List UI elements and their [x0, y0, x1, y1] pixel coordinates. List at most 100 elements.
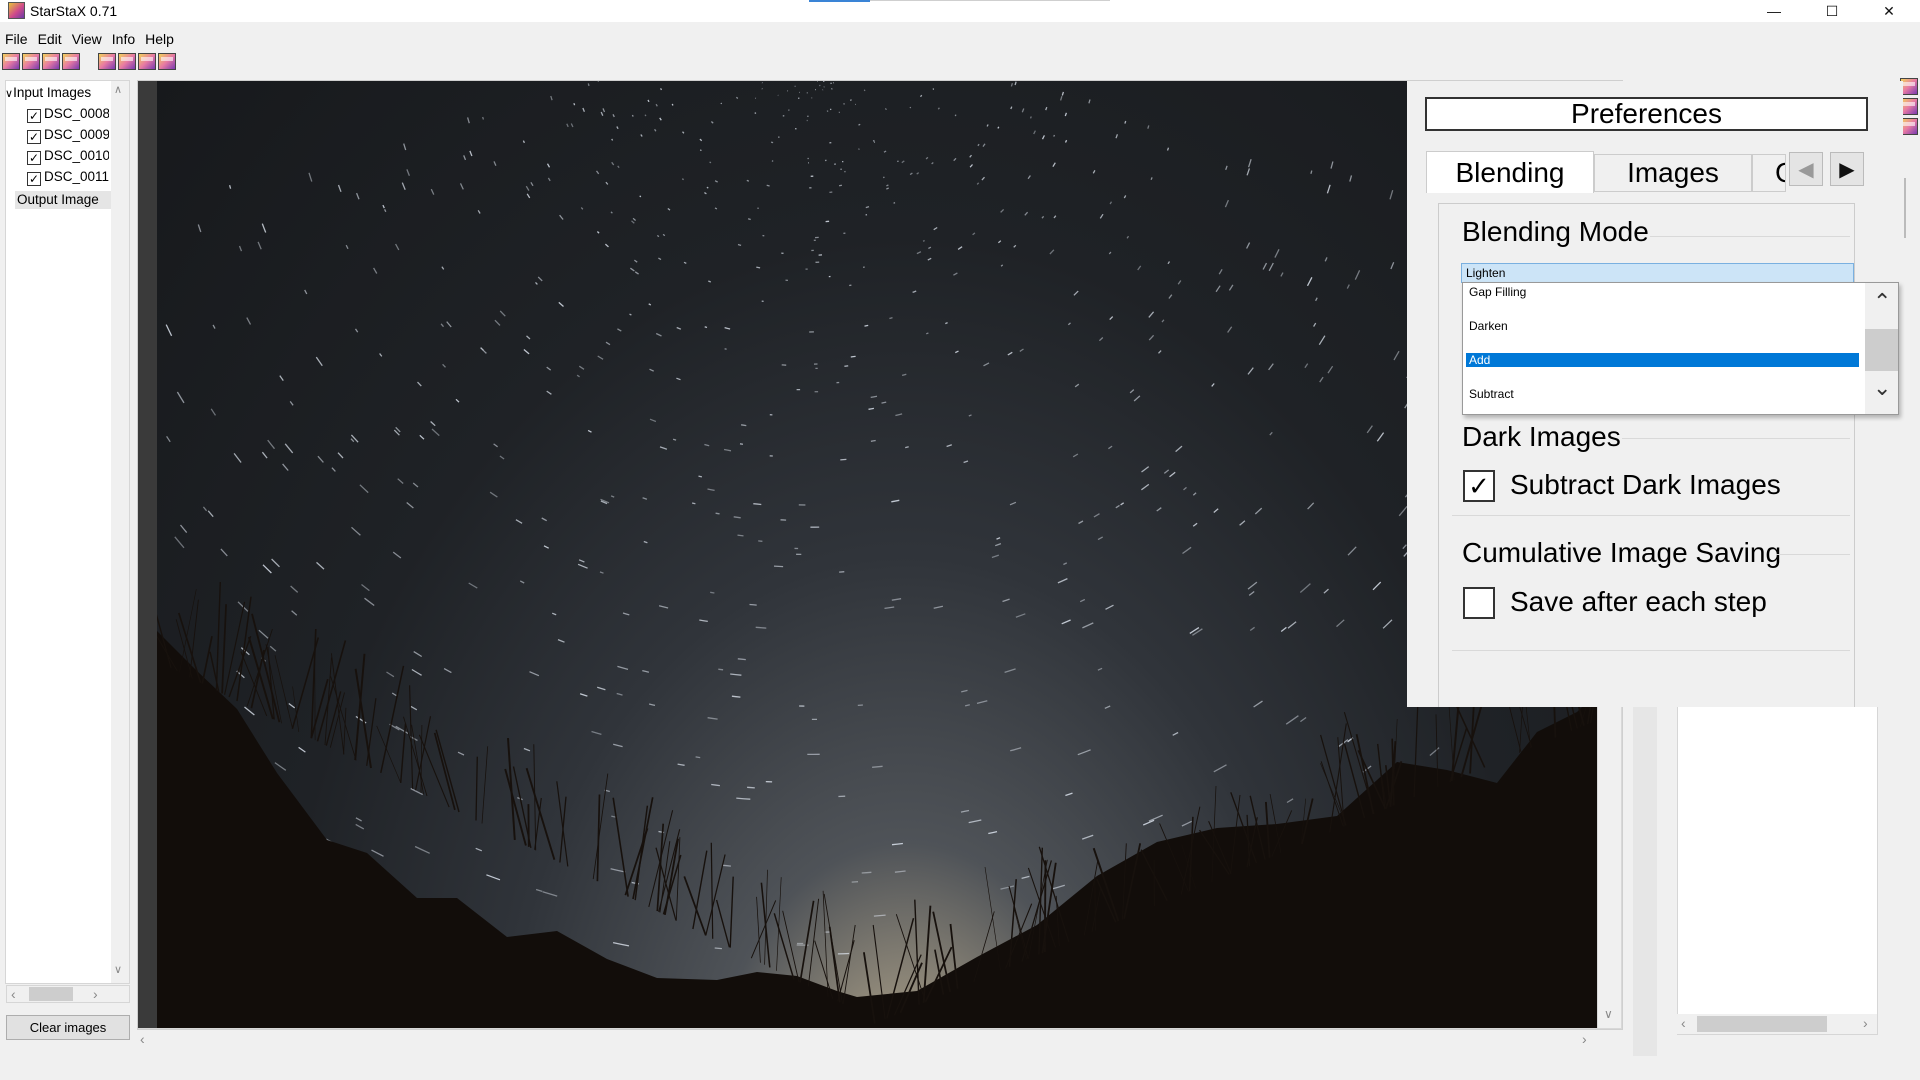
star-trail-drawing — [157, 81, 1597, 1028]
tree-branch — [914, 899, 920, 1005]
save-as-icon[interactable] — [62, 53, 80, 70]
chevron-down-icon[interactable]: ∨ — [5, 88, 13, 100]
scroll-left-icon[interactable]: ‹ — [1681, 1015, 1686, 1031]
blending-mode-options-list[interactable]: Gap Filling Darken Add Subtract ⌃ ⌄ — [1462, 282, 1899, 415]
tree-horizontal-scrollbar[interactable]: ‹ › — [6, 985, 130, 1003]
tree-branch — [399, 723, 407, 783]
star-trail — [233, 88, 1513, 885]
tree-branch — [683, 876, 707, 936]
star-trail — [157, 111, 1567, 852]
group-divider — [1776, 554, 1850, 555]
scroll-right-icon[interactable]: › — [1863, 1015, 1868, 1031]
scroll-up-icon[interactable]: ∧ — [114, 83, 122, 96]
option-add[interactable]: Add — [1466, 353, 1859, 367]
tree-branch — [215, 581, 221, 691]
tree-item[interactable]: ✓ DSC_0008 — [27, 105, 109, 123]
app-icon — [8, 2, 25, 19]
scroll-right-icon[interactable]: › — [93, 986, 98, 1002]
tree-item-label: DSC_0010 — [44, 148, 109, 163]
subtract-dark-checkbox[interactable]: ✓ — [1463, 470, 1495, 502]
scroll-thumb[interactable] — [29, 987, 73, 1001]
checkbox-icon[interactable]: ✓ — [27, 130, 41, 144]
tab-general[interactable]: G — [1752, 154, 1786, 192]
tree-branch — [556, 781, 569, 867]
tree-branch — [236, 596, 252, 702]
scroll-left-icon[interactable]: ‹ — [11, 986, 16, 1002]
tab-scroll-right-icon[interactable]: ▶ — [1830, 152, 1864, 186]
tree-branch — [403, 716, 428, 797]
tree-branch — [634, 805, 649, 901]
open-images-icon[interactable] — [2, 53, 20, 70]
menu-file[interactable]: File — [0, 31, 33, 49]
maximize-button[interactable]: ☐ — [1809, 0, 1855, 22]
group-divider — [1650, 236, 1850, 237]
option-subtract[interactable]: Subtract — [1466, 387, 1859, 401]
tab-blending[interactable]: Blending — [1426, 151, 1594, 193]
checkbox-icon[interactable]: ✓ — [27, 172, 41, 186]
chevron-up-icon[interactable]: ⌃ — [1873, 289, 1891, 315]
scroll-thumb[interactable] — [1697, 1016, 1827, 1032]
minimize-button[interactable]: — — [1751, 0, 1797, 22]
tree-output-image[interactable]: Output Image — [15, 191, 111, 209]
option-gap-filling[interactable]: Gap Filling — [1466, 285, 1859, 299]
group-divider — [1452, 515, 1850, 516]
secondary-horizontal-scrollbar[interactable]: ‹ › — [1677, 1014, 1877, 1034]
save-each-step-label: Save after each step — [1510, 586, 1767, 617]
tree-vertical-scrollbar[interactable]: ∧ ∨ — [111, 81, 129, 983]
tree-branch — [366, 698, 377, 766]
menu-edit[interactable]: Edit — [33, 31, 67, 49]
tree-branch — [251, 613, 281, 723]
tree-item[interactable]: ✓ DSC_0011 — [27, 168, 109, 186]
save-each-step-checkbox[interactable] — [1463, 587, 1495, 619]
tree-root-label: Input Images — [13, 85, 92, 100]
tree-branch — [189, 599, 199, 678]
blending-mode-heading: Blending Mode — [1462, 216, 1649, 247]
tree-branch — [559, 796, 567, 863]
zoom-out-icon[interactable] — [118, 53, 136, 70]
tree-silhouette — [157, 631, 1597, 1028]
zoom-fit-icon[interactable] — [138, 53, 156, 70]
menu-help[interactable]: Help — [140, 31, 179, 49]
scroll-down-icon[interactable]: ∨ — [1604, 1007, 1613, 1021]
zoom-in-icon[interactable] — [98, 53, 116, 70]
zoom-100-icon[interactable] — [158, 53, 176, 70]
menu-info[interactable]: Info — [107, 31, 140, 49]
scroll-right-icon[interactable]: › — [1582, 1031, 1587, 1047]
subtract-dark-label: Subtract Dark Images — [1510, 469, 1781, 500]
tree-root-input-images[interactable]: ∨Input Images — [5, 84, 110, 102]
tree-branch — [596, 794, 601, 882]
title-accent-line-grey — [870, 0, 1110, 1]
title-accent-line — [809, 0, 870, 2]
option-darken[interactable]: Darken — [1466, 319, 1859, 333]
tree-branch — [1460, 700, 1484, 778]
tree-branch — [729, 876, 734, 948]
checkbox-icon[interactable]: ✓ — [27, 109, 41, 123]
options-scroll-thumb[interactable] — [1865, 329, 1898, 371]
clear-images-button[interactable]: Clear images — [6, 1015, 130, 1040]
tree-item[interactable]: ✓ DSC_0009 — [27, 126, 109, 144]
tree-branch — [475, 756, 478, 821]
cumulative-saving-heading: Cumulative Image Saving — [1462, 537, 1782, 568]
tree-item-label: DSC_0008 — [44, 106, 109, 121]
preferences-title: Preferences — [1425, 97, 1868, 131]
tree-branch — [435, 729, 460, 813]
menu-view[interactable]: View — [67, 31, 107, 49]
tab-images[interactable]: Images — [1594, 154, 1752, 192]
open-dark-icon[interactable] — [22, 53, 40, 70]
tree-branch — [710, 842, 714, 939]
tree-branch — [380, 665, 405, 774]
side-scroll-track — [1904, 178, 1906, 238]
image-horizontal-scrollbar[interactable]: ‹ › — [138, 1030, 1622, 1051]
tab-scroll-left-icon[interactable]: ◀ — [1789, 152, 1823, 186]
checkbox-icon[interactable]: ✓ — [27, 151, 41, 165]
close-button[interactable]: ✕ — [1866, 0, 1912, 22]
save-icon[interactable] — [42, 53, 60, 70]
blending-mode-select[interactable]: Lighten — [1461, 263, 1854, 283]
chevron-down-icon[interactable]: ⌄ — [1873, 375, 1891, 401]
scroll-down-icon[interactable]: ∨ — [114, 963, 122, 976]
scroll-left-icon[interactable]: ‹ — [140, 1031, 145, 1047]
title-bar — [0, 0, 1920, 22]
tree-branch — [756, 896, 761, 963]
tree-branch — [481, 746, 489, 824]
tree-item[interactable]: ✓ DSC_0010 — [27, 147, 109, 165]
